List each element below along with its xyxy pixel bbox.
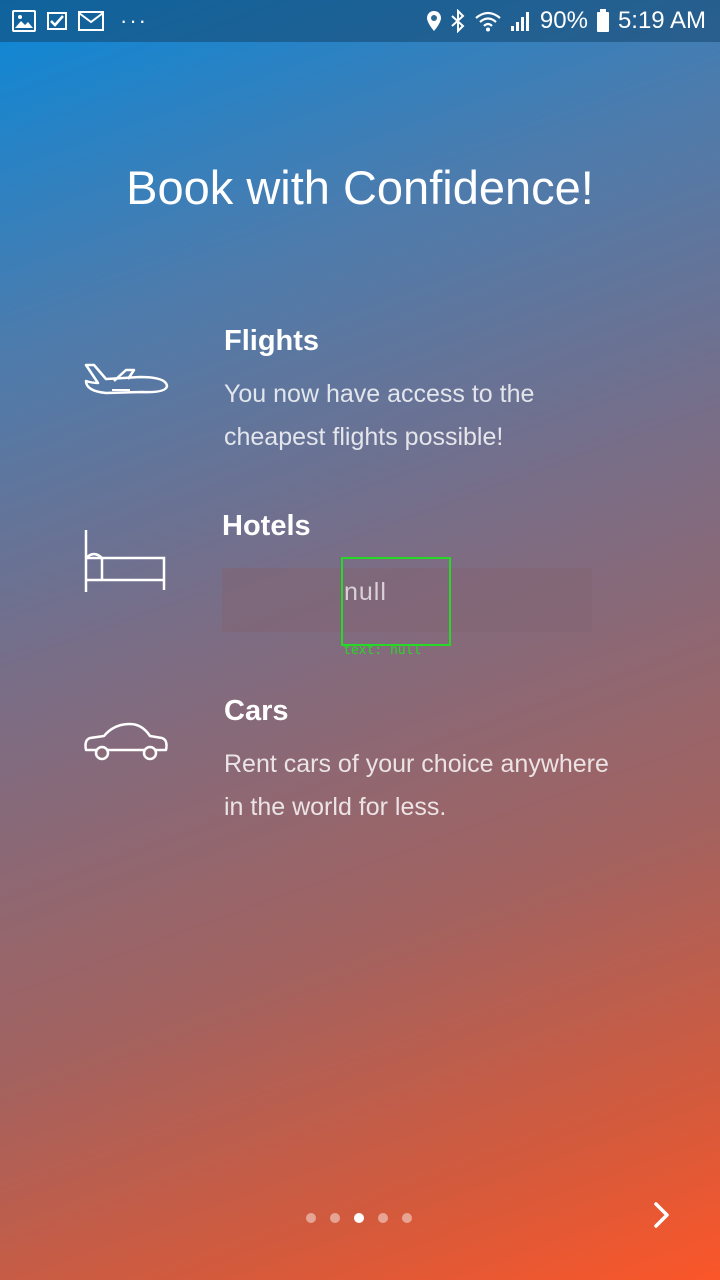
bed-icon xyxy=(80,528,170,599)
battery-percent: 90% xyxy=(539,7,588,34)
status-bar-notifications: ··· xyxy=(12,0,148,42)
clock: 5:19 AM xyxy=(617,7,706,34)
feature-title: Cars xyxy=(224,695,289,727)
chevron-right-icon xyxy=(652,1201,672,1234)
more-notifications-icon: ··· xyxy=(120,8,148,33)
bluetooth-icon xyxy=(450,9,466,33)
task-check-icon xyxy=(46,10,68,32)
feature-title: Hotels xyxy=(222,510,311,542)
page-dot-1[interactable] xyxy=(306,1213,316,1223)
page-dot-5[interactable] xyxy=(402,1213,412,1223)
gallery-icon xyxy=(12,10,36,32)
page-dot-4[interactable] xyxy=(378,1213,388,1223)
signal-icon xyxy=(510,10,532,32)
page-title: Book with Confidence! xyxy=(126,161,594,214)
battery-icon xyxy=(596,9,610,33)
page-dot-2[interactable] xyxy=(330,1213,340,1223)
onboarding-screen: ··· 90% 5:19 AM Book with Confidence! Fl… xyxy=(0,0,720,1280)
feature-title: Flights xyxy=(224,325,320,357)
next-button[interactable] xyxy=(642,1196,682,1238)
airplane-icon xyxy=(80,357,170,404)
status-bar: ··· 90% 5:19 AM xyxy=(0,0,720,42)
gmail-icon xyxy=(78,10,104,32)
debug-highlight-box xyxy=(341,557,451,646)
debug-label: text: null xyxy=(343,643,422,658)
feature-description: Rent cars of your choice anywhere in the… xyxy=(224,750,609,821)
page-dot-3[interactable] xyxy=(354,1213,364,1223)
feature-description: You now have access to the cheapest flig… xyxy=(224,380,535,451)
car-icon xyxy=(80,720,172,769)
location-icon xyxy=(426,10,442,32)
status-bar-system: 90% 5:19 AM xyxy=(426,0,706,42)
wifi-icon xyxy=(474,10,502,32)
page-indicator xyxy=(306,1213,412,1223)
